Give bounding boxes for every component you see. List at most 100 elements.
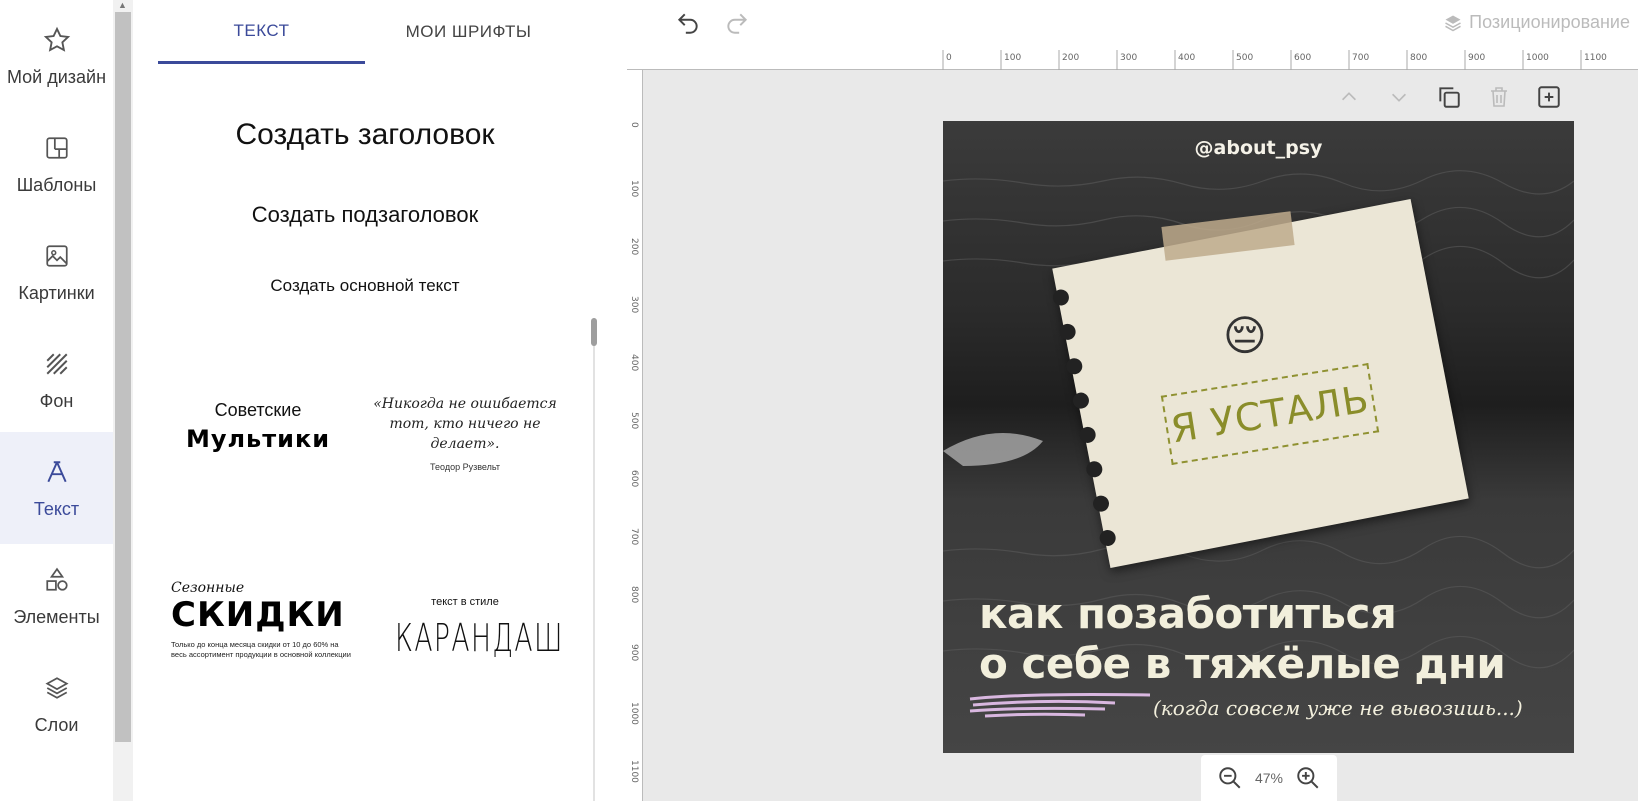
trash-icon [1491,87,1507,107]
undo-button[interactable] [675,10,701,36]
top-toolbar: Позиционирование [627,0,1638,50]
nav-item-layers[interactable]: Слои [0,648,113,760]
ruler-label: 1000 [1526,53,1549,63]
preset-line: Сезонные [171,580,245,596]
nav-item-label: Слои [34,714,79,735]
ruler-label: 300 [629,296,639,314]
create-body-text-button[interactable]: Создать основной текст [133,276,597,296]
panel-scrollbar[interactable] [590,318,598,801]
zoom-in-button[interactable] [1295,765,1321,791]
design-headline[interactable]: как позаботиться о себе в тяжёлые дни [979,589,1506,689]
preset-quote: «Никогда не ошибается тот, кто ничего не… [373,396,557,452]
design-subline[interactable]: (когда совсем уже не вывозишь...) [1153,696,1523,720]
layers-icon [1445,15,1462,31]
ruler-label: 500 [1236,53,1254,63]
nav-scrollbar-thumb[interactable] [115,12,131,742]
nav-item-label: Элементы [13,606,100,627]
ruler-label: 800 [1410,53,1428,63]
nav-item-label: Картинки [18,282,95,303]
preset-line: текст в стиле [431,596,499,608]
zoom-control: 47% [1201,755,1337,801]
ruler-label: 600 [1294,53,1312,63]
create-subheading-button[interactable]: Создать подзаголовок [133,202,597,228]
panel-scrollbar-track [593,318,595,801]
move-down-button[interactable] [1386,84,1412,110]
headline-line: как позаботиться [979,589,1397,638]
move-up-button[interactable] [1336,84,1362,110]
layers-icon [42,673,72,703]
zoom-out-button[interactable] [1217,765,1243,791]
ruler-label: 700 [1352,53,1370,63]
chevron-up-icon [1341,92,1357,101]
chevron-down-icon [1391,93,1407,102]
ruler-label: 0 [629,122,639,128]
ruler-label: 900 [629,644,639,662]
copy-icon [1439,87,1460,108]
ruler-label: 1100 [629,760,639,783]
nav-item-templates[interactable]: Шаблоны [0,108,113,220]
ruler-label: 700 [629,528,639,546]
nav-item-text[interactable]: Текст [0,432,113,544]
ruler-vertical: 0 100 200 300 400 500 600 700 800 900 10… [627,70,643,801]
text-preset-pencil[interactable]: текст в стиле КАРАНДАШ [365,590,565,750]
text-panel: ТЕКСТ МОИ ШРИФТЫ Создать заголовок Созда… [133,0,627,801]
template-icon [42,133,72,163]
create-heading-button[interactable]: Создать заголовок [133,118,597,152]
panel-scrollbar-thumb[interactable] [591,318,597,346]
preset-line: СКИДКИ [171,595,345,635]
ruler-label: 400 [1178,53,1196,63]
nav-item-elements[interactable]: Элементы [0,540,113,652]
sad-emoji[interactable]: 😔 [1223,311,1267,360]
redo-button[interactable] [724,10,750,36]
text-preset-quote[interactable]: «Никогда не ошибается тот, кто ничего не… [365,370,565,530]
nav-item-label: Фон [39,390,74,411]
ruler-label: 300 [1120,53,1138,63]
tab-my-fonts[interactable]: МОИ ШРИФТЫ [365,0,572,64]
left-navigation: Мой дизайн Шаблоны Картинки Фон Текст Эл… [0,0,113,801]
ruler-label: 100 [629,180,639,198]
preset-small-text: Только до конца месяца скидки от 10 до 6… [171,640,351,659]
nav-item-label: Текст [33,498,80,519]
ruler-label: 0 [946,53,952,63]
text-preset-sale[interactable]: Сезонные СКИДКИ Только до конца месяца с… [171,580,371,740]
preset-author: Теодор Рузвельт [430,462,500,472]
ruler-label: 200 [1062,53,1080,63]
zoom-in-icon [1297,767,1319,789]
background-icon [42,349,72,379]
nav-item-background[interactable]: Фон [0,324,113,436]
positioning-button[interactable]: Позиционирование [1443,12,1630,33]
text-preset-soviet-cartoons[interactable]: Советские Мультики [158,370,358,530]
add-page-button[interactable] [1536,84,1562,110]
positioning-label: Позиционирование [1469,12,1630,32]
zoom-out-icon [1219,767,1241,789]
nav-item-label: Мой дизайн [6,66,107,87]
ruler-label: 800 [629,586,639,604]
panel-tabs: ТЕКСТ МОИ ШРИФТЫ [158,0,588,64]
ruler-label: 1000 [629,702,639,725]
nav-scrollbar[interactable]: ▲ [113,0,133,801]
zoom-value: 47% [1254,770,1283,786]
add-square-icon [1538,86,1560,108]
duplicate-button[interactable] [1436,84,1462,110]
design-canvas[interactable]: @about_psy 😔 Я УСТАЛЬ как позаботиться о… [943,121,1574,753]
ruler-label: 100 [1004,53,1022,63]
preset-line: Советские [214,400,302,420]
ruler-label: 600 [629,470,639,488]
nav-item-images[interactable]: Картинки [0,216,113,328]
tab-text[interactable]: ТЕКСТ [158,0,365,64]
ruler-horizontal: 0 100 200 300 400 500 600 700 800 900 10… [627,50,1638,70]
undo-icon [677,13,698,34]
nav-item-my-design[interactable]: Мой дизайн [0,0,113,112]
ruler-label: 200 [629,238,639,256]
preset-line: КАРАНДАШ [395,616,564,660]
preset-line: Мультики [185,425,331,453]
ruler-label: 1100 [1584,53,1607,63]
text-icon [42,457,72,487]
pink-scribble-image [969,693,1151,718]
scroll-up-arrow-icon[interactable]: ▲ [118,0,127,10]
delete-button[interactable] [1486,84,1512,110]
headline-line: о себе в тяжёлые дни [979,639,1506,688]
design-handle-text[interactable]: @about_psy [943,137,1574,159]
ruler-label: 500 [629,412,639,430]
image-icon [42,241,72,271]
